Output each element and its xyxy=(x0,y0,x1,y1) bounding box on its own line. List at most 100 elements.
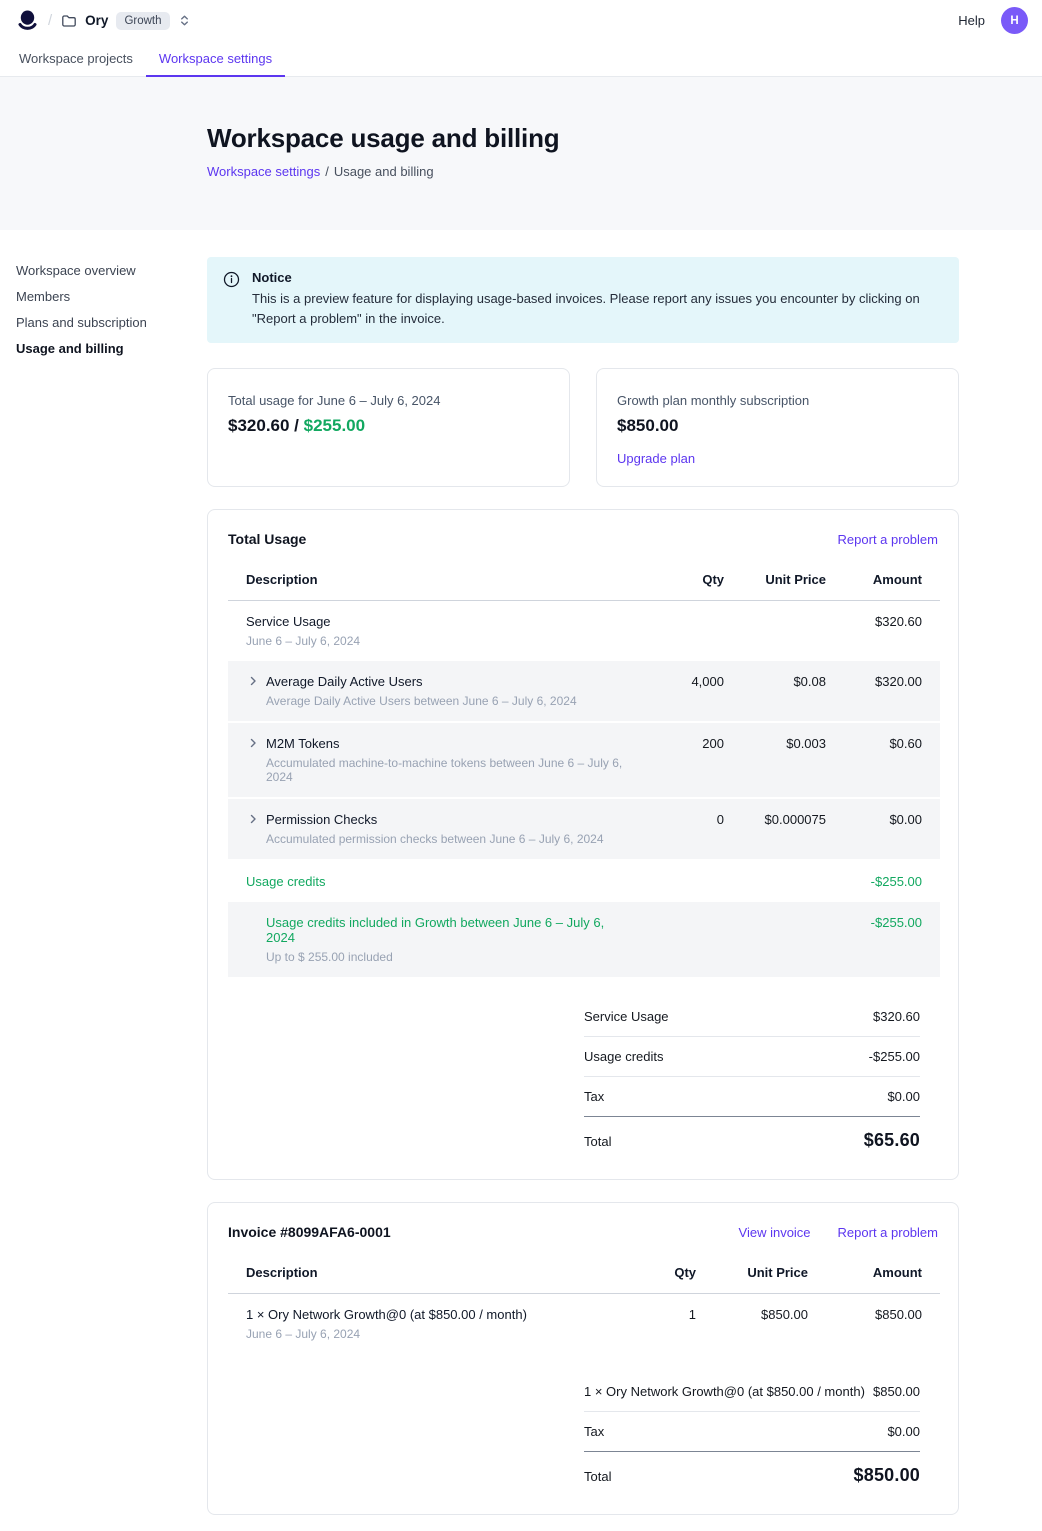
avatar[interactable]: H xyxy=(1001,7,1028,34)
usage-panel-title: Total Usage xyxy=(228,531,306,547)
usage-amount: $320.60 xyxy=(228,416,289,435)
summary-row-total: Total $65.60 xyxy=(584,1117,920,1153)
row-amount: -$255.00 xyxy=(844,902,940,978)
total-label: Total xyxy=(584,1469,611,1484)
breadcrumb-current: Usage and billing xyxy=(334,164,434,179)
col-amount: Amount xyxy=(844,562,940,601)
notice-body: This is a preview feature for displaying… xyxy=(252,289,942,329)
usage-row-usage-credits: Usage credits -$255.00 xyxy=(228,860,940,902)
workspace-tabs: Workspace projects Workspace settings xyxy=(0,41,1042,77)
row-title: 1 × Ory Network Growth@0 (at $850.00 / m… xyxy=(246,1307,626,1322)
topbar-right: Help H xyxy=(958,7,1028,34)
chevron-right-icon[interactable] xyxy=(246,675,259,688)
topbar: / Ory Growth Help H xyxy=(0,0,1042,41)
ory-logo[interactable] xyxy=(16,9,39,32)
topbar-left: / Ory Growth xyxy=(16,9,191,32)
workspace-switcher[interactable]: Ory Growth xyxy=(61,12,190,30)
page-title: Workspace usage and billing xyxy=(207,123,1042,154)
page-header: Workspace usage and billing Workspace se… xyxy=(0,77,1042,230)
row-amount: $850.00 xyxy=(826,1294,940,1355)
col-amount: Amount xyxy=(826,1255,940,1294)
col-qty: Qty xyxy=(650,562,742,601)
settings-sidebar: Workspace overview Members Plans and sub… xyxy=(16,257,207,1531)
usage-row-usage-credits-included: Usage credits included in Growth between… xyxy=(228,902,940,978)
row-subtitle: June 6 – July 6, 2024 xyxy=(246,634,632,648)
row-amount: $320.60 xyxy=(844,601,940,662)
tab-workspace-projects[interactable]: Workspace projects xyxy=(6,41,146,77)
col-description: Description xyxy=(228,562,650,601)
usage-row-permission-checks: Permission Checks Accumulated permission… xyxy=(228,798,940,860)
col-unit-price: Unit Price xyxy=(714,1255,826,1294)
chevron-right-icon[interactable] xyxy=(246,813,259,826)
usage-table: Description Qty Unit Price Amount Servic… xyxy=(228,562,940,979)
summary-label: Tax xyxy=(584,1089,604,1104)
row-qty: 1 xyxy=(644,1294,714,1355)
summary-label: Service Usage xyxy=(584,1009,669,1024)
row-unit-price: $0.003 xyxy=(742,722,844,798)
sidebar-item-members[interactable]: Members xyxy=(16,289,207,304)
total-usage-amount: $320.60 / $255.00 xyxy=(228,416,549,436)
report-problem-link[interactable]: Report a problem xyxy=(838,1225,938,1240)
notice-title: Notice xyxy=(252,270,942,285)
row-subtitle: Accumulated machine-to-machine tokens be… xyxy=(266,756,632,784)
row-qty: 4,000 xyxy=(650,661,742,722)
summary-label: 1 × Ory Network Growth@0 (at $850.00 / m… xyxy=(584,1384,865,1399)
row-unit-price: $0.08 xyxy=(742,661,844,722)
total-amount: $850.00 xyxy=(854,1465,920,1486)
summary-amount: $320.60 xyxy=(873,1009,920,1024)
subscription-card: Growth plan monthly subscription $850.00… xyxy=(596,368,959,487)
col-description: Description xyxy=(228,1255,644,1294)
usage-summary: Service Usage $320.60 Usage credits -$25… xyxy=(584,997,920,1153)
row-title: Average Daily Active Users xyxy=(266,674,577,689)
invoice-table: Description Qty Unit Price Amount 1 × Or… xyxy=(228,1255,940,1354)
row-amount: $320.00 xyxy=(844,661,940,722)
tab-workspace-settings[interactable]: Workspace settings xyxy=(146,41,285,77)
folder-icon xyxy=(61,13,77,29)
summary-amount: $0.00 xyxy=(887,1424,920,1439)
main-content: Notice This is a preview feature for dis… xyxy=(207,257,959,1531)
summary-row-total: Total $850.00 xyxy=(584,1452,920,1488)
summary-cards: Total usage for June 6 – July 6, 2024 $3… xyxy=(207,368,959,487)
ory-logo-icon xyxy=(16,9,39,32)
invoice-summary: 1 × Ory Network Growth@0 (at $850.00 / m… xyxy=(584,1372,920,1488)
usage-panel-header: Total Usage Report a problem xyxy=(208,510,958,562)
subscription-label: Growth plan monthly subscription xyxy=(617,393,938,408)
sidebar-item-workspace-overview[interactable]: Workspace overview xyxy=(16,263,207,278)
row-title: M2M Tokens xyxy=(266,736,632,751)
breadcrumb-link-workspace-settings[interactable]: Workspace settings xyxy=(207,164,320,179)
invoice-panel-header: Invoice #8099AFA6-0001 View invoice Repo… xyxy=(208,1203,958,1255)
notice-content: Notice This is a preview feature for dis… xyxy=(252,270,942,329)
view-invoice-link[interactable]: View invoice xyxy=(739,1225,811,1240)
sidebar-item-plans-and-subscription[interactable]: Plans and subscription xyxy=(16,315,207,330)
usage-row-service-usage: Service Usage June 6 – July 6, 2024 $320… xyxy=(228,601,940,662)
content-layout: Workspace overview Members Plans and sub… xyxy=(0,230,1042,1531)
usage-credit-amount: $255.00 xyxy=(304,416,365,435)
upgrade-plan-link[interactable]: Upgrade plan xyxy=(617,451,695,466)
breadcrumb: Workspace settings / Usage and billing xyxy=(207,164,1042,179)
bottom-spacer xyxy=(207,1515,959,1531)
chevron-right-icon[interactable] xyxy=(246,737,259,750)
row-subtitle: Average Daily Active Users between June … xyxy=(266,694,577,708)
total-label: Total xyxy=(584,1134,611,1149)
help-link[interactable]: Help xyxy=(958,13,985,28)
row-amount: $0.00 xyxy=(844,798,940,860)
row-title: Permission Checks xyxy=(266,812,604,827)
invoice-panel-title: Invoice #8099AFA6-0001 xyxy=(228,1224,391,1240)
workspace-name: Ory xyxy=(85,13,108,28)
breadcrumb-separator: / xyxy=(325,164,329,179)
summary-row-service-usage: Service Usage $320.60 xyxy=(584,997,920,1037)
subscription-amount: $850.00 xyxy=(617,416,938,436)
summary-row-tax: Tax $0.00 xyxy=(584,1077,920,1117)
summary-row-usage-credits: Usage credits -$255.00 xyxy=(584,1037,920,1077)
row-qty: 200 xyxy=(650,722,742,798)
row-title: Usage credits xyxy=(246,874,632,889)
sidebar-item-usage-and-billing[interactable]: Usage and billing xyxy=(16,341,207,356)
report-problem-link[interactable]: Report a problem xyxy=(838,532,938,547)
row-amount: -$255.00 xyxy=(844,860,940,902)
usage-table-header-row: Description Qty Unit Price Amount xyxy=(228,562,940,601)
col-qty: Qty xyxy=(644,1255,714,1294)
invoice-row-growth-plan: 1 × Ory Network Growth@0 (at $850.00 / m… xyxy=(228,1294,940,1355)
summary-row-tax: Tax $0.00 xyxy=(584,1412,920,1452)
total-usage-panel: Total Usage Report a problem Description… xyxy=(207,509,959,1180)
plan-badge: Growth xyxy=(116,12,169,30)
